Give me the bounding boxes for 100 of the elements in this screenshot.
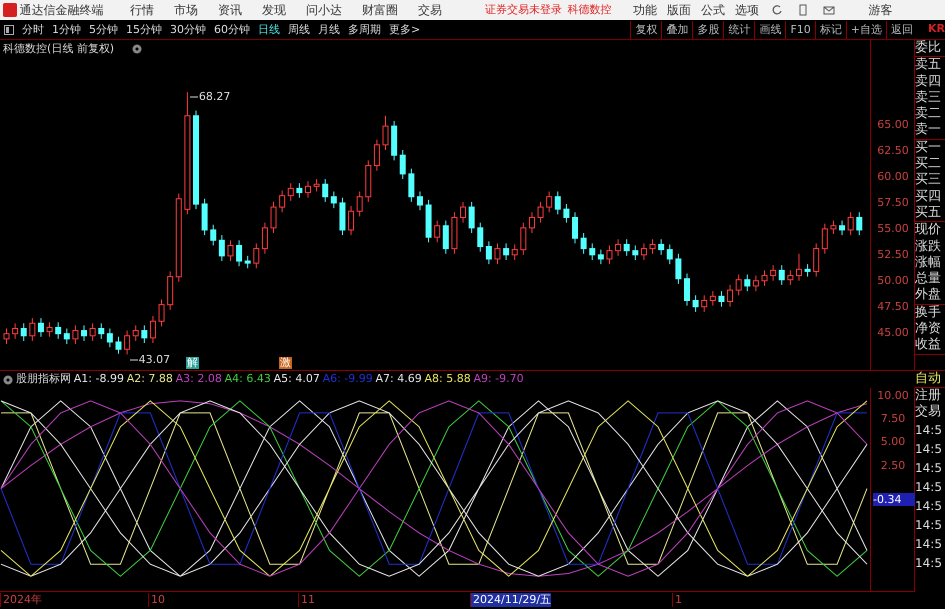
- panel-toggle-icon[interactable]: [4, 24, 14, 34]
- candlestick: [374, 139, 380, 172]
- toolbar-button[interactable]: 标记: [814, 20, 846, 38]
- candlestick: [90, 322, 96, 342]
- quote-label: 买二: [915, 156, 942, 172]
- mode-label[interactable]: 自动: [915, 370, 945, 388]
- period-tab[interactable]: 30分钟: [166, 20, 210, 38]
- menu-item[interactable]: 选项: [730, 1, 764, 19]
- menu-item[interactable]: 发现: [252, 1, 296, 19]
- candlestick: [554, 191, 561, 215]
- date-label: 10: [148, 593, 165, 607]
- candlestick: [762, 270, 768, 286]
- candlestick: [546, 191, 552, 213]
- quote-label: 卖一: [915, 122, 942, 139]
- logo-icon: [2, 3, 17, 17]
- candlestick: [778, 264, 785, 286]
- period-tab[interactable]: 1分钟: [48, 20, 85, 38]
- toolbar-button[interactable]: 复权: [630, 20, 662, 38]
- period-tab[interactable]: 15分钟: [122, 20, 166, 38]
- candlestick: [270, 201, 277, 234]
- toolbar-button[interactable]: 返回: [886, 20, 917, 38]
- trade-time: 14:5: [915, 478, 943, 496]
- event-marker[interactable]: 激: [279, 357, 292, 369]
- candlestick: [650, 238, 656, 254]
- mail-icon[interactable]: [823, 4, 835, 16]
- toolbar-button[interactable]: 画线: [754, 20, 786, 38]
- toolbar-button[interactable]: F10: [785, 20, 815, 38]
- date-label: 2024年: [0, 593, 42, 607]
- refresh-icon[interactable]: [771, 4, 783, 16]
- candlestick: [38, 318, 44, 338]
- candlestick: [434, 220, 440, 243]
- candlestick: [856, 212, 862, 236]
- candlestick: [279, 190, 286, 213]
- quote-label: 现价: [915, 222, 942, 239]
- indicator-value: A7: 4.69: [376, 371, 422, 388]
- stock-name: 科德数控: [568, 2, 612, 18]
- toolbar-button[interactable]: 统计: [723, 20, 754, 38]
- candlestick: [796, 253, 802, 282]
- candlestick: [460, 201, 466, 224]
- candlestick: [736, 274, 742, 296]
- indicator-value: A8: 5.88: [424, 371, 471, 388]
- candlestick: [416, 191, 423, 211]
- candlestick: [848, 212, 854, 236]
- quote-label: 买四: [915, 188, 942, 205]
- leader-line: [190, 96, 198, 98]
- edge-label: KR: [928, 21, 945, 38]
- side-link[interactable]: 注册: [915, 388, 945, 404]
- quote-label: 卖五: [915, 57, 942, 74]
- candlestick: [486, 240, 492, 265]
- toolbar-button[interactable]: +自选: [846, 20, 886, 38]
- candlestick: [227, 240, 234, 262]
- menu-item[interactable]: 公式: [696, 1, 730, 19]
- period-tab[interactable]: 60分钟: [210, 20, 254, 38]
- axis-label: 62.50: [876, 145, 910, 158]
- candlestick: [4, 328, 10, 345]
- axis-label: 45.00: [876, 326, 910, 339]
- settings-icon[interactable]: [3, 374, 13, 384]
- axis-label: 7.50: [880, 413, 906, 426]
- period-tab[interactable]: 月线: [314, 20, 344, 38]
- menu-item[interactable]: 市场: [164, 1, 208, 19]
- axis-label: 10.00: [876, 390, 910, 402]
- period-tab[interactable]: 日线: [254, 20, 284, 38]
- candlestick: [236, 240, 242, 267]
- period-tab[interactable]: 周线: [284, 20, 314, 38]
- menu-item[interactable]: 资讯: [208, 1, 252, 19]
- indicator-name: 股朋指标网: [16, 371, 71, 388]
- indicator-value: A5: 4.07: [274, 371, 320, 388]
- menu-item[interactable]: 问小达: [296, 1, 352, 19]
- menu-item[interactable]: 版面: [662, 1, 696, 19]
- candlestick: [150, 316, 156, 344]
- quote-label: 外盘: [915, 287, 942, 304]
- menu-item[interactable]: 交易: [408, 1, 452, 19]
- axis-label: 57.50: [876, 196, 910, 209]
- candlestick: [589, 242, 596, 260]
- period-tab[interactable]: 分时: [18, 20, 48, 38]
- phone-icon[interactable]: [797, 4, 809, 16]
- candlestick: [624, 238, 630, 256]
- candlestick: [839, 220, 846, 236]
- menu-item[interactable]: 行情: [120, 1, 164, 19]
- toolbar-button[interactable]: 多股: [692, 20, 724, 38]
- candlestick: [813, 242, 820, 278]
- axis-label: 55.00: [876, 222, 910, 235]
- price-label: 68.27: [198, 91, 230, 104]
- period-tab[interactable]: 更多>: [385, 20, 424, 38]
- candlestick: [98, 322, 104, 340]
- price-label: 43.07: [138, 354, 170, 366]
- menu-item[interactable]: 功能: [628, 1, 662, 19]
- candlestick: [830, 220, 836, 235]
- candlestick: [692, 294, 699, 312]
- period-tab[interactable]: 5分钟: [85, 20, 122, 38]
- candlestick: [132, 324, 139, 342]
- menu-item[interactable]: 财富圈: [352, 1, 408, 19]
- user-name[interactable]: 游客: [858, 1, 902, 19]
- toolbar-button[interactable]: 叠加: [661, 20, 692, 38]
- side-link[interactable]: 交易: [915, 404, 945, 421]
- candlestick: [744, 274, 750, 292]
- axis-label: 52.50: [876, 248, 910, 261]
- settings-icon[interactable]: [132, 44, 142, 54]
- period-tab[interactable]: 多周期: [344, 20, 385, 38]
- candlestick: [770, 264, 776, 282]
